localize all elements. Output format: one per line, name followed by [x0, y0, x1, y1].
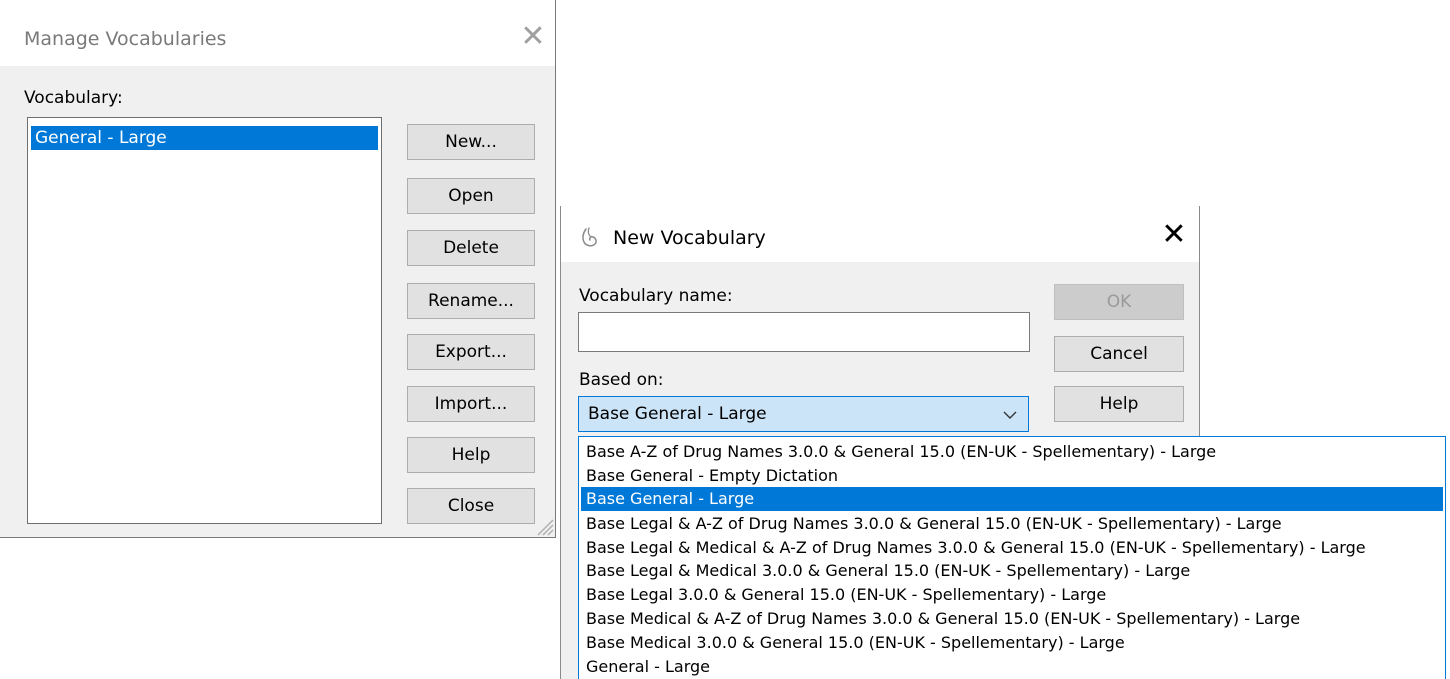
dragon-icon — [582, 227, 597, 247]
close-icon[interactable]: ✕ — [1157, 216, 1191, 254]
dropdown-option[interactable]: Base General - Empty Dictation — [581, 464, 1443, 488]
resize-grip-icon[interactable] — [532, 514, 554, 536]
help-button[interactable]: Help — [1054, 386, 1184, 422]
export-button[interactable]: Export... — [407, 334, 535, 370]
dropdown-option[interactable]: Base A-Z of Drug Names 3.0.0 & General 1… — [581, 440, 1443, 464]
close-icon[interactable]: ✕ — [516, 18, 550, 56]
vocabulary-listbox[interactable]: General - Large — [27, 117, 382, 524]
based-on-label: Based on: — [579, 370, 664, 390]
delete-button[interactable]: Delete — [407, 230, 535, 266]
dropdown-option[interactable]: Base Legal & A-Z of Drug Names 3.0.0 & G… — [581, 512, 1443, 536]
dropdown-option[interactable]: Base Legal & Medical 3.0.0 & General 15.… — [581, 559, 1443, 583]
dropdown-option[interactable]: Base Legal 3.0.0 & General 15.0 (EN-UK -… — [581, 583, 1443, 607]
based-on-dropdown-list[interactable]: Base A-Z of Drug Names 3.0.0 & General 1… — [578, 436, 1446, 679]
cancel-button[interactable]: Cancel — [1054, 336, 1184, 372]
chevron-down-icon[interactable] — [1002, 409, 1018, 421]
dropdown-option-selected[interactable]: Base General - Large — [581, 487, 1443, 511]
new-button[interactable]: New... — [407, 124, 535, 160]
dropdown-option[interactable]: Base Medical 3.0.0 & General 15.0 (EN-UK… — [581, 631, 1443, 655]
open-button[interactable]: Open — [407, 178, 535, 214]
vocabulary-name-label: Vocabulary name: — [579, 286, 733, 306]
based-on-selected-value: Base General - Large — [588, 404, 767, 424]
dropdown-option[interactable]: Base Medical & A-Z of Drug Names 3.0.0 &… — [581, 607, 1443, 631]
new-vocab-title: New Vocabulary — [613, 227, 766, 249]
vocabulary-name-input[interactable] — [578, 312, 1030, 352]
dropdown-option[interactable]: General - Large — [581, 655, 1443, 679]
help-button[interactable]: Help — [407, 437, 535, 473]
vocabulary-label: Vocabulary: — [24, 88, 123, 108]
vocabulary-list-item[interactable]: General - Large — [31, 126, 378, 150]
import-button[interactable]: Import... — [407, 386, 535, 422]
ok-button[interactable]: OK — [1054, 284, 1184, 320]
manage-vocabularies-dialog: Manage Vocabularies ✕ Vocabulary: Genera… — [0, 0, 556, 538]
dropdown-option[interactable]: Base Legal & Medical & A-Z of Drug Names… — [581, 536, 1443, 560]
rename-button[interactable]: Rename... — [407, 283, 535, 319]
manage-dialog-title: Manage Vocabularies — [24, 28, 227, 50]
based-on-combobox[interactable]: Base General - Large — [578, 396, 1029, 432]
close-button[interactable]: Close — [407, 488, 535, 524]
